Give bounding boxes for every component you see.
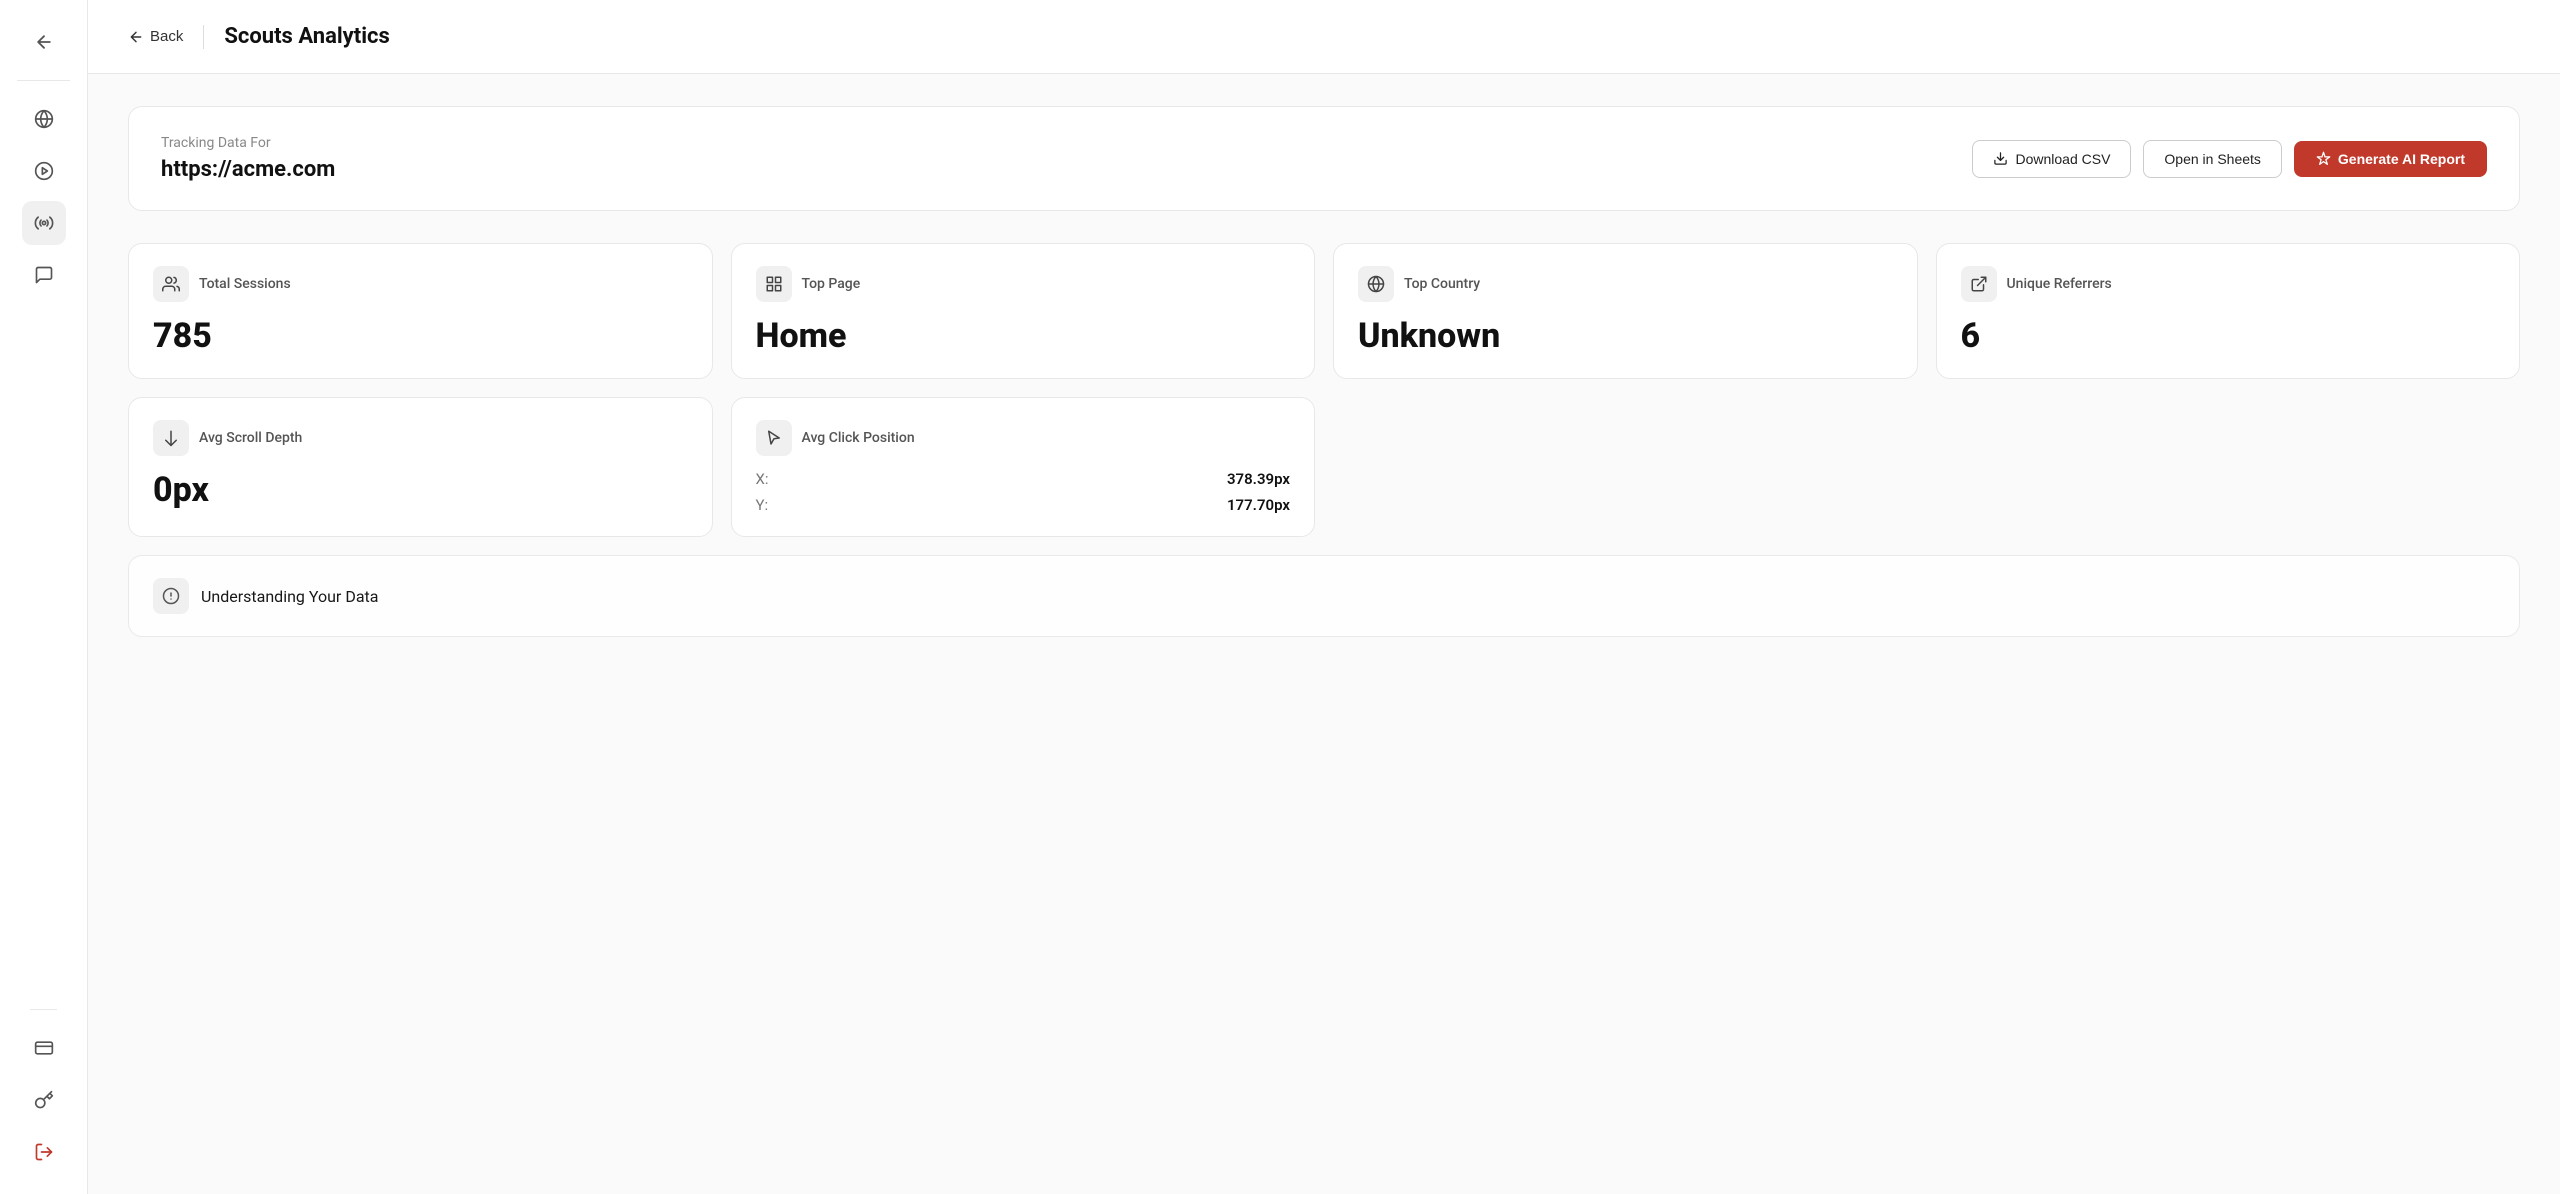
empty-cell-4 [1936,397,2521,537]
header-bar: Back Scouts Analytics [88,0,2560,74]
stat-header-scroll: Avg Scroll Depth [153,420,688,456]
stat-value-page: Home [756,316,1291,356]
stat-label-referrers: Unique Referrers [2007,276,2112,292]
stat-header-sessions: Total Sessions [153,266,688,302]
stat-label-page: Top Page [802,276,861,292]
stat-card-unique-referrers: Unique Referrers 6 [1936,243,2521,379]
header-divider [203,25,204,49]
back-button[interactable]: Back [128,28,183,45]
generate-report-button[interactable]: Generate AI Report [2294,141,2487,177]
main-content: Back Scouts Analytics Tracking Data For … [88,0,2560,1194]
cursor-icon [756,420,792,456]
scroll-down-icon [153,420,189,456]
sidebar-divider-top [17,80,69,81]
sidebar-play-icon[interactable] [22,149,66,193]
info-icon [153,578,189,614]
page-title: Scouts Analytics [224,24,389,49]
click-positions: X: 378.39px Y: 177.70px [756,470,1291,514]
back-label: Back [150,28,183,45]
stat-header-country: Top Country [1358,266,1893,302]
stat-value-country: Unknown [1358,316,1893,356]
sidebar-logout-icon[interactable] [22,1130,66,1174]
stat-header-page: Top Page [756,266,1291,302]
tracking-card: Tracking Data For https://acme.com Downl… [128,106,2520,211]
open-sheets-button[interactable]: Open in Sheets [2143,140,2282,178]
stat-card-total-sessions: Total Sessions 785 [128,243,713,379]
download-csv-label: Download CSV [2015,151,2110,167]
tracking-actions: Download CSV Open in Sheets Generate AI … [1972,140,2487,178]
download-icon [1993,151,2008,166]
sidebar-chat-icon[interactable] [22,253,66,297]
bottom-peek-card: Understanding Your Data [128,555,2520,637]
stat-value-scroll: 0px [153,470,688,510]
sidebar-globe-icon[interactable] [22,97,66,141]
tracking-url: https://acme.com [161,157,335,182]
stat-value-sessions: 785 [153,316,688,356]
stat-card-top-country: Top Country Unknown [1333,243,1918,379]
sidebar-back-icon[interactable] [22,20,66,64]
sparkle-icon [2316,151,2331,166]
stat-label-click: Avg Click Position [802,430,915,446]
open-sheets-label: Open in Sheets [2164,151,2261,167]
stat-header-referrers: Unique Referrers [1961,266,2496,302]
stat-card-top-page: Top Page Home [731,243,1316,379]
generate-report-label: Generate AI Report [2338,151,2465,167]
sidebar-bottom [22,1001,66,1174]
empty-cell-3 [1333,397,1918,537]
sidebar-divider-bottom [30,1009,56,1010]
stats-grid-row2: Avg Scroll Depth 0px Avg Click Position [128,397,2520,537]
tracking-label: Tracking Data For [161,135,335,151]
stat-header-click: Avg Click Position [756,420,1291,456]
stat-value-referrers: 6 [1961,316,2496,356]
sidebar-key-icon[interactable] [22,1078,66,1122]
globe-stat-icon [1358,266,1394,302]
stat-label-scroll: Avg Scroll Depth [199,430,302,446]
stat-label-country: Top Country [1404,276,1480,292]
click-x-row: X: 378.39px [756,470,1291,488]
click-x-label: X: [756,470,769,488]
click-x-value: 378.39px [1227,470,1290,488]
bottom-peek-label: Understanding Your Data [201,587,378,606]
stat-card-scroll-depth: Avg Scroll Depth 0px [128,397,713,537]
users-icon [153,266,189,302]
stat-card-click-position: Avg Click Position X: 378.39px Y: 177.70… [731,397,1316,537]
sidebar [0,0,88,1194]
content-area: Tracking Data For https://acme.com Downl… [88,74,2560,669]
download-csv-button[interactable]: Download CSV [1972,140,2131,178]
external-link-icon [1961,266,1997,302]
grid-icon [756,266,792,302]
stat-label-sessions: Total Sessions [199,276,291,292]
tracking-info: Tracking Data For https://acme.com [161,135,335,182]
click-y-value: 177.70px [1227,496,1290,514]
stats-grid-row1: Total Sessions 785 Top Page Home [128,243,2520,379]
click-y-row: Y: 177.70px [756,496,1291,514]
sidebar-broadcast-icon[interactable] [22,201,66,245]
click-y-label: Y: [756,496,769,514]
sidebar-billing-icon[interactable] [22,1026,66,1070]
back-arrow-icon [128,29,144,45]
